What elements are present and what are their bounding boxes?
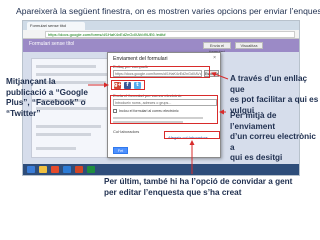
social-annotation: Mitjançant la publicació a “Google Plus”… xyxy=(6,77,88,119)
form-placeholder-line xyxy=(36,125,101,128)
powerpoint-icon[interactable] xyxy=(75,166,83,173)
excel-icon[interactable] xyxy=(87,166,95,173)
annotation-line: Per últim, també hi ha l’opció de convid… xyxy=(104,177,293,186)
tab-strip: Formulari sense títol xyxy=(23,21,299,30)
annotation-line: “Twitter” xyxy=(6,108,41,118)
annotation-line: d’un correu electrònic a xyxy=(230,132,316,152)
address-bar: https://docs.google.com/forms/d/1HaK4vEd… xyxy=(23,30,299,39)
word-icon[interactable] xyxy=(63,166,71,173)
form-placeholder-line xyxy=(36,65,96,68)
done-button[interactable]: Fet xyxy=(113,147,128,154)
explorer-icon[interactable] xyxy=(39,166,47,173)
windows-taskbar xyxy=(23,164,299,175)
form-placeholder-line xyxy=(36,133,91,136)
annotation-line: qui es desitgi xyxy=(230,153,283,162)
annotation-line: Mitjançant la xyxy=(6,77,56,86)
annotation-line: Plus”, “Facebook” o xyxy=(6,98,86,107)
annotation-line: A través d’un enllaç que xyxy=(230,74,308,94)
view-form-button[interactable]: Visualitza xyxy=(235,42,263,49)
link-highlight-box xyxy=(110,66,210,78)
send-form-button[interactable]: Envia el formulari xyxy=(203,42,231,54)
link-annotation: A través d’un enllaç que es pot facilita… xyxy=(230,74,320,116)
dialog-title: Enviament del formulari xyxy=(113,56,168,62)
email-annotation: Per mitjà de l’enviament d’un correu ele… xyxy=(230,111,320,164)
collaborators-highlight-box xyxy=(164,131,220,139)
annotation-line: es pot facilitar a qui es xyxy=(230,95,319,104)
collaborators-label: Col·laboradors xyxy=(113,129,140,134)
form-title: Formulari sense títol xyxy=(29,41,75,47)
form-placeholder-line xyxy=(36,147,76,150)
browser-tab[interactable]: Formulari sense títol xyxy=(27,22,85,30)
url-field[interactable]: https://docs.google.com/forms/d/1HaK4vEd… xyxy=(45,31,295,38)
close-icon[interactable]: × xyxy=(213,55,216,61)
annotation-line: per editar l’enquesta que s’ha creat xyxy=(104,187,242,197)
annotation-line: Per mitjà de l’enviament xyxy=(230,111,277,131)
chrome-icon[interactable] xyxy=(51,166,59,173)
forms-header: Formulari sense títol Envia el formulari… xyxy=(23,39,299,54)
intro-caption: Apareixerà la següent finestra, on es mo… xyxy=(16,6,320,16)
social-highlight-box xyxy=(111,80,145,90)
annotation-line: publicació a “Google xyxy=(6,87,88,97)
collaborators-annotation: Per últim, també hi ha l’opció de convid… xyxy=(104,177,292,198)
email-highlight-box xyxy=(110,95,218,124)
form-placeholder-line xyxy=(36,73,116,76)
start-icon[interactable] xyxy=(27,166,35,173)
